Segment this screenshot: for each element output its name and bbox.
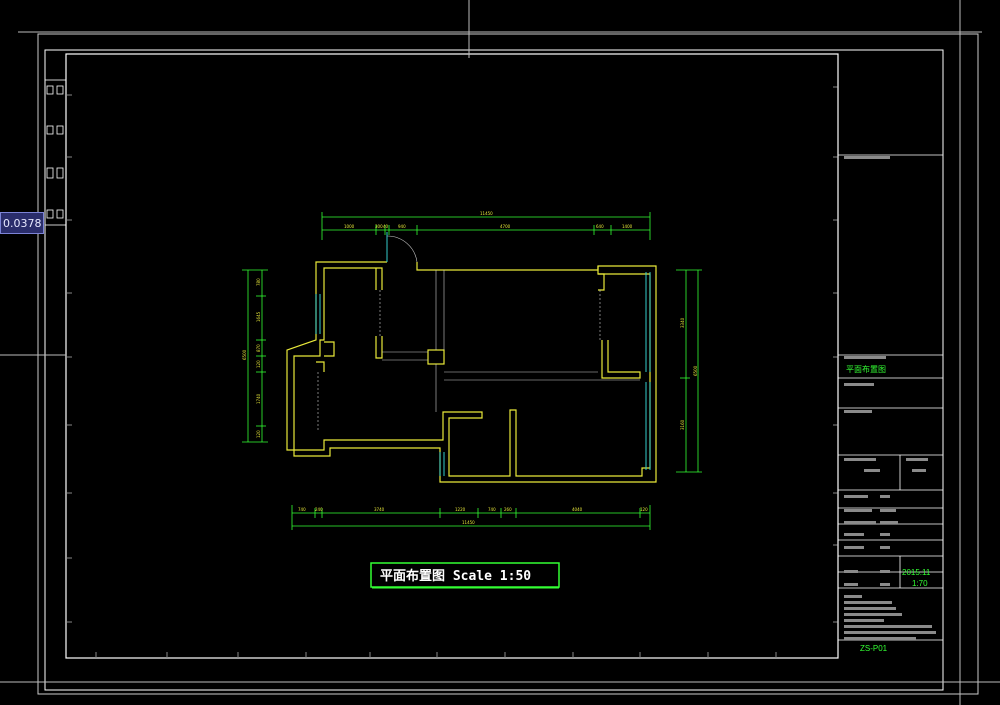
drawing-title-text: 平面布置图 Scale 1:50: [380, 568, 531, 584]
dim-left-total: 6500: [242, 349, 247, 360]
cad-drawing-canvas[interactable]: 平面布置图 2015.11 1:70 ZS-P01 11450 1000 300…: [0, 0, 1000, 705]
dim-top-seg-6: 640: [596, 224, 604, 229]
dim-bottom-total: 11450: [462, 520, 475, 525]
drawing-frame: [0, 0, 1000, 705]
dim-top-seg-1: 1000: [344, 224, 355, 229]
coordinate-readout: 0.0378: [0, 212, 44, 234]
dimension-text: 11450 1000 300 40 940 4700 640 1400 1145…: [242, 211, 698, 525]
dim-top-seg-2: 300: [375, 224, 383, 229]
dim-bottom-seg-5: 740: [488, 507, 496, 512]
drawing-title-label: 平面布置图 Scale 1:50: [370, 562, 560, 589]
dim-top-total: 11450: [480, 211, 493, 216]
dim-bottom-seg-8: 120: [640, 507, 648, 512]
dim-right-total: 6500: [693, 365, 698, 376]
dim-top-seg-7: 1400: [622, 224, 633, 229]
dim-right-seg-1: 3340: [680, 317, 685, 328]
dim-bottom-seg-3: 3740: [374, 507, 385, 512]
dim-bottom-seg-1: 740: [298, 507, 306, 512]
dim-left-seg-2: 1645: [256, 311, 261, 322]
dim-top-seg-4: 940: [398, 224, 406, 229]
dim-left-seg-3: 870: [256, 344, 261, 352]
floor-plan-thin-lines: [317, 235, 640, 430]
dim-left-seg-6: 120: [256, 430, 261, 438]
title-block-sheet-number: ZS-P01: [860, 644, 888, 653]
dim-bottom-seg-2: 240: [315, 507, 323, 512]
title-block-drawing-name: 平面布置图: [846, 364, 886, 374]
dim-top-seg-3: 40: [383, 224, 389, 229]
left-filing-strip: [44, 79, 67, 226]
dim-top-seg-5: 4700: [500, 224, 511, 229]
dim-bottom-seg-4: 1220: [455, 507, 466, 512]
dim-right-seg-2: 3160: [680, 419, 685, 430]
dim-left-seg-1: 780: [256, 278, 261, 286]
title-block-scale: 1:70: [912, 579, 928, 588]
dim-left-seg-4: 120: [256, 360, 261, 368]
dim-bottom-seg-7: 4040: [572, 507, 583, 512]
dim-bottom-seg-6: 260: [504, 507, 512, 512]
dim-left-seg-5: 1740: [256, 393, 261, 404]
title-block-date: 2015.11: [902, 568, 931, 577]
